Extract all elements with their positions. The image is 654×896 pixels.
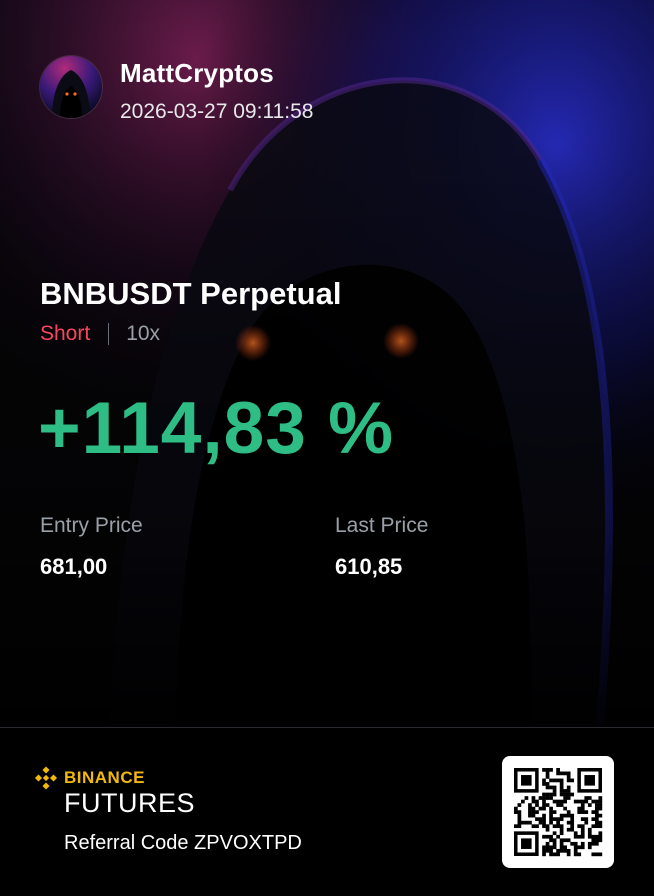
last-price-value: 610,85 bbox=[335, 554, 403, 579]
entry-price-value: 681,00 bbox=[40, 554, 108, 579]
user-header: MattCryptos 2026-03-27 09:11:58 bbox=[40, 56, 600, 123]
entry-price-label: Entry Price bbox=[40, 514, 143, 537]
qr-code-image bbox=[514, 768, 603, 857]
leverage: 10x bbox=[126, 322, 161, 345]
entry-price-block: Entry Price 681,00 bbox=[40, 514, 143, 580]
avatar-hooded-figure-icon bbox=[40, 56, 102, 118]
position-info: Short 10x bbox=[40, 322, 160, 346]
brand-sub: FUTURES bbox=[64, 788, 195, 818]
referral-code: Referral Code ZPVOXTPD bbox=[64, 832, 302, 854]
position-side: Short bbox=[40, 322, 91, 345]
binance-futures-logo: BINANCE FUTURES bbox=[34, 766, 195, 819]
username: MattCryptos bbox=[120, 58, 274, 88]
binance-logo-icon bbox=[34, 766, 58, 790]
qr-code[interactable] bbox=[502, 756, 614, 868]
avatar bbox=[40, 56, 102, 118]
last-price-block: Last Price 610,85 bbox=[335, 514, 428, 580]
brand-name: BINANCE bbox=[64, 768, 145, 787]
divider bbox=[108, 323, 110, 345]
last-price-label: Last Price bbox=[335, 514, 429, 537]
footer: BINANCE FUTURES Referral Code ZPVOXTPD bbox=[0, 728, 654, 896]
contract-symbol: BNBUSDT Perpetual bbox=[40, 276, 342, 311]
timestamp: 2026-03-27 09:11:58 bbox=[120, 100, 314, 123]
pnl-percent: +114,83 % bbox=[38, 388, 395, 469]
pnl-share-card: MattCryptos 2026-03-27 09:11:58 BNBUSDT … bbox=[0, 0, 654, 896]
